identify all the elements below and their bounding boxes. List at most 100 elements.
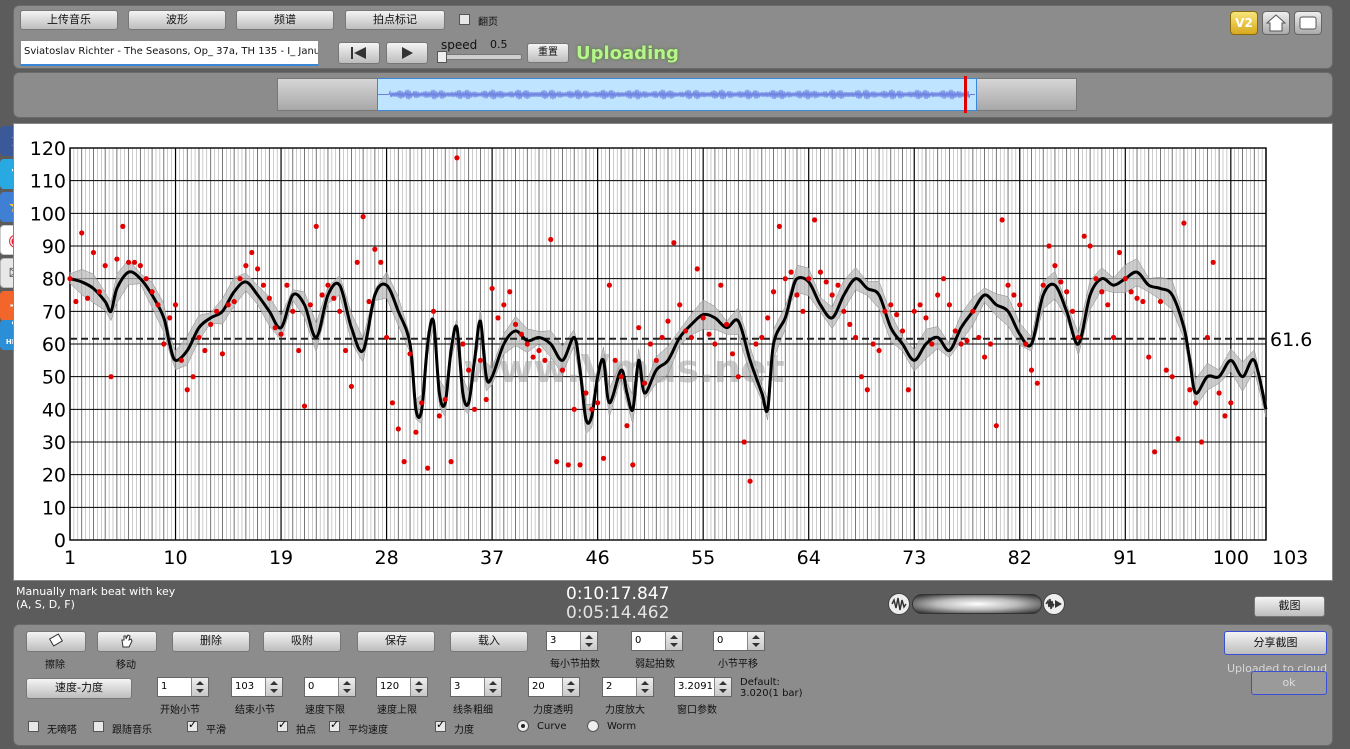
line-width-spinner[interactable]: 3 xyxy=(450,677,502,697)
version-badge[interactable]: V2 xyxy=(1230,11,1258,35)
beat-point xyxy=(149,289,155,295)
x-tick-label: 82 xyxy=(1008,547,1032,569)
window-param-label: 窗口参数 xyxy=(677,705,717,716)
beat-point xyxy=(1140,298,1146,305)
erase-label: 擦除 xyxy=(45,660,65,671)
beat-point xyxy=(425,465,431,471)
save-button[interactable]: 保存 xyxy=(357,631,435,652)
reset-button[interactable]: 重置 xyxy=(527,43,569,63)
worm-radio[interactable] xyxy=(587,720,599,732)
snap-button[interactable]: 吸附 xyxy=(263,631,341,652)
start-bar-spinner[interactable]: 1 xyxy=(157,677,209,697)
y-tick-label: 90 xyxy=(42,236,66,258)
beat-point xyxy=(284,282,290,288)
beat-point xyxy=(600,455,607,461)
track-name-field[interactable]: Sviatoslav Richter - The Seasons, Op_ 37… xyxy=(20,40,319,66)
beat-point xyxy=(682,328,689,334)
ok-button[interactable]: ok xyxy=(1251,671,1327,695)
load-button[interactable]: 载入 xyxy=(450,631,528,652)
beat-point xyxy=(313,223,319,229)
play-button[interactable] xyxy=(386,42,428,64)
dynamics-opacity-spinner[interactable]: 20 xyxy=(528,677,580,697)
beat-mark-button[interactable]: 拍点标记 xyxy=(345,10,445,30)
upload-music-button[interactable]: 上传音乐 xyxy=(20,10,118,30)
dynamics-checkbox[interactable] xyxy=(435,718,446,732)
beat-point xyxy=(167,315,173,321)
screenshot-button[interactable]: 截图 xyxy=(1254,596,1325,617)
total-time: 0:05:14.462 xyxy=(566,603,670,623)
beat-point xyxy=(1040,282,1046,288)
volume-slider[interactable] xyxy=(912,594,1042,614)
pickup-beats-spinner[interactable]: 0 xyxy=(631,631,683,651)
y-tick-label: 120 xyxy=(30,138,66,160)
erase-button[interactable] xyxy=(26,631,86,652)
beat-point xyxy=(935,292,941,298)
beats-per-bar-spinner[interactable]: 3 xyxy=(546,631,598,651)
beat-point xyxy=(1081,233,1087,239)
beat-point xyxy=(888,302,894,308)
window-param-spinner[interactable]: 3.2091 xyxy=(674,677,732,697)
fullscreen-button[interactable] xyxy=(1294,11,1322,35)
move-label: 移动 xyxy=(116,660,136,671)
worm-label: Worm xyxy=(607,721,637,732)
current-time: 0:10:17.847 xyxy=(566,584,670,604)
beat-point xyxy=(413,429,419,435)
pickup-beats-label: 弱起拍数 xyxy=(635,659,675,670)
follow-music-checkbox[interactable] xyxy=(93,721,104,732)
beat-point xyxy=(1198,439,1205,445)
speed-slider[interactable] xyxy=(438,54,522,60)
beat-point xyxy=(73,298,79,305)
y-tick-label: 50 xyxy=(42,367,66,389)
beat-point xyxy=(770,289,777,295)
hint-line-2: (A, S, D, F) xyxy=(16,598,75,611)
beat-point xyxy=(407,351,413,357)
beat-point xyxy=(348,383,355,390)
no-tick-checkbox[interactable] xyxy=(28,721,39,732)
page-turn-checkbox[interactable] xyxy=(459,14,470,25)
beat-point xyxy=(1075,334,1081,341)
beat-point xyxy=(811,217,818,223)
y-tick-label: 80 xyxy=(42,269,66,291)
skip-back-button[interactable] xyxy=(338,42,380,64)
beat-point xyxy=(84,295,91,301)
wave-start-icon[interactable] xyxy=(888,593,910,615)
home-button[interactable] xyxy=(1262,11,1290,35)
tempo-min-spinner[interactable]: 0 xyxy=(304,677,356,697)
chart-area[interactable]: 0 10 20 30 40 50 60 70 80 90 100 110 120 1 10 19 28 37 46 5… xyxy=(13,123,1333,581)
share-screenshot-button[interactable]: 分享截图 xyxy=(1224,631,1327,655)
tempo-dynamics-button[interactable]: 速度-力度 xyxy=(26,678,132,699)
playhead-marker[interactable] xyxy=(964,76,967,113)
beats-checkbox[interactable] xyxy=(277,718,288,732)
beat-point xyxy=(618,374,624,380)
speed-label: speed xyxy=(441,38,478,52)
curve-radio[interactable] xyxy=(517,720,529,732)
bar-shift-spinner[interactable]: 0 xyxy=(713,631,765,651)
spectrum-button[interactable]: 频谱 xyxy=(236,10,334,30)
beat-point xyxy=(1146,354,1152,360)
dynamics-scale-spinner[interactable]: 2 xyxy=(602,677,654,697)
speed-slider-handle[interactable] xyxy=(437,51,447,63)
beat-point xyxy=(155,302,161,308)
average-tempo-label: 61.6 xyxy=(1270,329,1312,351)
average-tempo-checkbox[interactable] xyxy=(329,718,340,732)
beat-point xyxy=(1093,276,1099,282)
wave-end-icon[interactable] xyxy=(1043,593,1065,615)
waveform-button[interactable]: 波形 xyxy=(128,10,226,30)
tempo-max-spinner[interactable]: 120 xyxy=(376,677,428,697)
smooth-checkbox[interactable] xyxy=(187,718,198,732)
y-tick-label: 60 xyxy=(42,334,66,356)
beat-point xyxy=(126,259,132,265)
end-bar-spinner[interactable]: 103 xyxy=(231,677,283,697)
tempo-chart[interactable]: 01020304050607080901001101201 10 19 28 37 46 5… xyxy=(14,124,1332,580)
delete-button[interactable]: 删除 xyxy=(172,631,250,652)
overview-selection[interactable] xyxy=(377,78,977,111)
beat-point xyxy=(729,351,736,357)
beat-point xyxy=(524,341,530,347)
beat-point xyxy=(342,347,349,354)
x-tick-label: 64 xyxy=(797,547,821,569)
beat-point xyxy=(583,390,589,396)
move-button[interactable] xyxy=(97,631,157,652)
beat-point xyxy=(1064,289,1070,295)
tempo-max-label: 速度上限 xyxy=(377,705,417,716)
beat-point xyxy=(460,341,466,347)
